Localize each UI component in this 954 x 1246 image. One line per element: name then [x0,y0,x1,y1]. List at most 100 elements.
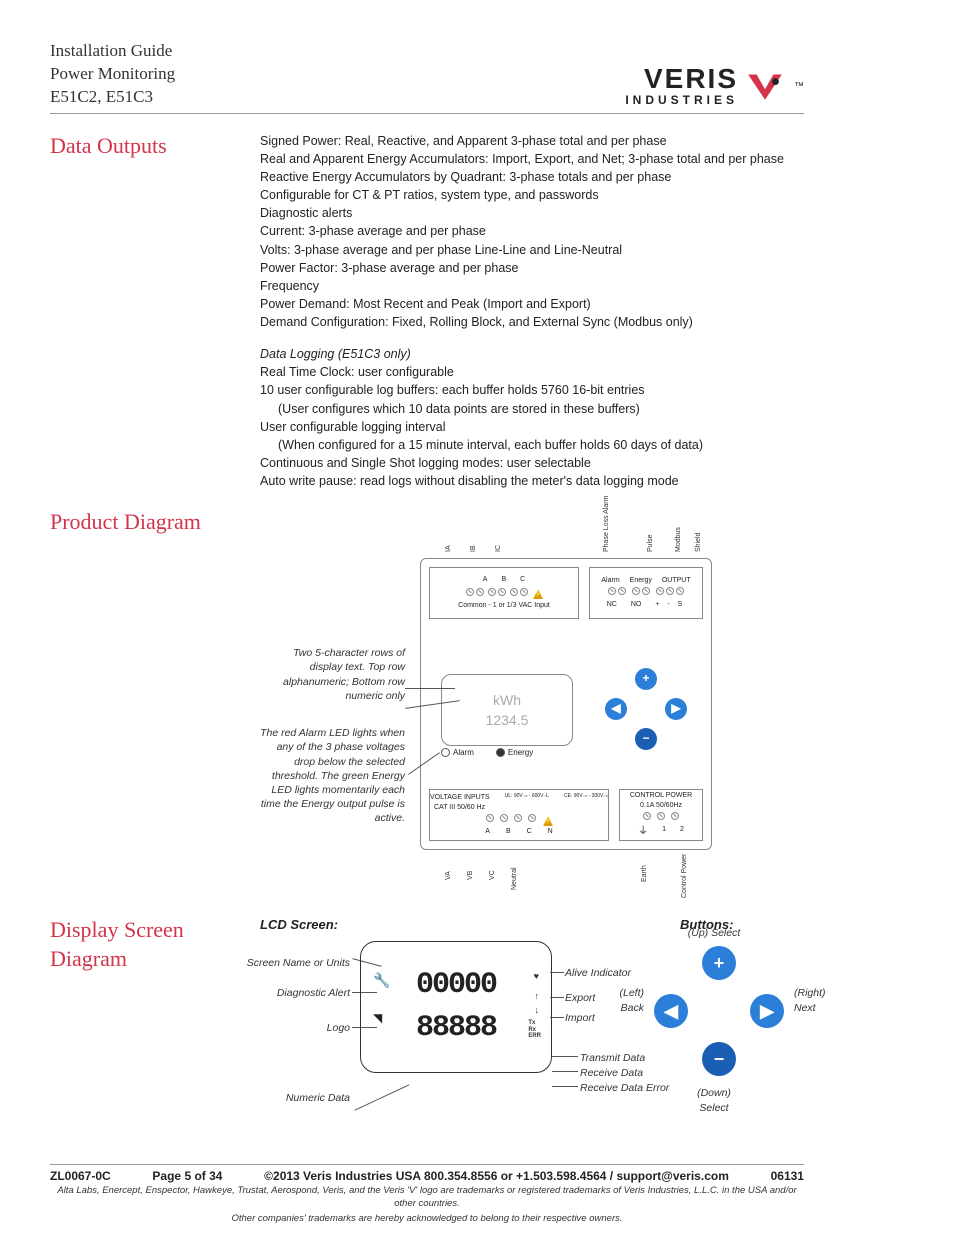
led-energy-label: Energy [508,747,533,759]
comm-indicators: Tx Rx ERR [528,1020,541,1040]
term-cat: CAT III 50/60 Hz [430,803,485,813]
ann-import: Import [565,1011,595,1026]
import-icon: ↓ [535,1004,540,1017]
terminal-voltage-inputs: VOLTAGE INPUTS UL: 90V₋ₙ - 600V₋L CE: 90… [429,789,609,841]
warning-icon [533,590,543,599]
heart-icon: ♥ [534,970,539,983]
sub-line: (User configures which 10 data points ar… [278,402,640,416]
term-sublabel: Common - 1 or 1/3 VAC Input [458,601,550,611]
term-label: B [506,827,511,837]
logo-icon: ◥ [373,1010,382,1027]
terminal-ct-inputs: A B C Common - 1 or 1/3 VAC Input [429,567,579,619]
callout-display-rows: Two 5-character rows of display text. To… [260,646,405,703]
button-dpad-big: + − ◀ ▶ [654,946,784,1076]
led-alarm-label: Alarm [453,747,474,759]
ann-logo: Logo [240,1021,350,1036]
body-line: Power Factor: 3-phase average and per ph… [260,261,519,275]
button-right[interactable]: ▶ [665,698,687,720]
page-footer: ZL0067-0C Page 5 of 34 ©2013 Veris Indus… [50,1164,804,1225]
footer-fine1: Alta Labs, Enercept, Enspector, Hawkeye,… [50,1185,804,1211]
seg-row2: 88888 [416,1007,496,1051]
footer-fine2: Other companies' trademarks are hereby a… [50,1213,804,1226]
vlabel-ib: IB [469,546,479,553]
section-display-diagram: Display Screen Diagram LCD Screen: Butto… [50,916,804,1146]
ann-btn-up: (Up) Select [684,926,744,941]
body-line: Reactive Energy Accumulators by Quadrant… [260,170,671,184]
seg-row1: 00000 [416,964,496,1008]
display-body: LCD Screen: Buttons: Screen Name or Unit… [260,916,804,1146]
footer-contact: ©2013 Veris Industries USA 800.354.8556 … [264,1169,729,1183]
lcd-heading: LCD Screen: [260,916,338,935]
callout-leds: The red Alarm LED lights when any of the… [260,726,405,825]
vlabel-ia: IA [444,546,454,553]
button-up[interactable]: + [635,668,657,690]
ann-btn-right: (Right) Next [794,986,844,1016]
button-dpad: + − ◀ ▶ [611,674,681,744]
term-label: A [485,827,490,837]
term-label: C [520,575,525,585]
header-line1: Installation Guide [50,40,175,63]
vlabel-modbus: Modbus [674,527,684,552]
ann-err: Receive Data Error [580,1081,669,1096]
button-down[interactable]: − [635,728,657,750]
vlabel-ctrlpwr: Control Power [680,854,690,898]
term-label: Alarm [601,576,619,586]
vlabel-neutral: Neutral [510,868,520,891]
ground-icon: ⏚ [638,825,648,840]
button-left[interactable]: ◀ [605,698,627,720]
ann-numeric: Numeric Data [240,1091,350,1106]
ann-diag: Diagnostic Alert [240,986,350,1001]
led-row: Alarm Energy [441,747,533,759]
lcd-detail: 🔧 ◥ 00000 88888 ♥ ↑ ↓ Tx Rx ERR [360,941,552,1073]
sub-line: User configurable logging interval [260,420,446,434]
section-data-outputs: Data Outputs Signed Power: Real, Reactiv… [50,132,804,490]
sub-line: Auto write pause: read logs without disa… [260,474,679,488]
trademark-symbol: ™ [794,81,804,92]
button-down[interactable]: − [702,1042,736,1076]
header-line3: E51C2, E51C3 [50,86,175,109]
ann-screen-name: Screen Name or Units [240,956,350,971]
term-label: Energy [630,576,652,586]
term-label: NC [607,600,617,610]
header-text: Installation Guide Power Monitoring E51C… [50,40,175,109]
body-line: Frequency [260,279,319,293]
vlabel-vb: VB [466,871,476,880]
ann-btn-down: (Down) Select [684,1086,744,1116]
body-line: Real and Apparent Energy Accumulators: I… [260,152,784,166]
logo: VERIS INDUSTRIES ™ [625,64,804,109]
lcd-row2: 1234.5 [486,710,529,730]
body-line: Demand Configuration: Fixed, Rolling Blo… [260,315,693,329]
lcd-row1: kWh [493,690,521,710]
ann-rx: Receive Data [580,1066,643,1081]
device-outline: A B C Common - 1 or 1/3 VAC Input Alarm … [420,558,712,850]
term-label: N [548,827,553,837]
header-line2: Power Monitoring [50,63,175,86]
body-line: Current: 3-phase average and per phase [260,224,486,238]
term-label: A [483,575,488,585]
section-title: Product Diagram [50,508,260,898]
button-left[interactable]: ◀ [654,994,688,1028]
logo-industries-text: INDUSTRIES [625,93,738,107]
button-right[interactable]: ▶ [750,994,784,1028]
wrench-icon: 🔧 [373,970,390,990]
body-line: Power Demand: Most Recent and Peak (Impo… [260,297,591,311]
terminal-outputs: Alarm Energy OUTPUT NC NO + - S [589,567,703,619]
logo-v-icon [744,64,786,109]
vlabel-earth: Earth [640,865,650,882]
vlabel-phaseloss: Phase Loss Alarm [602,496,612,552]
vlabel-pulse: Pulse [646,535,656,553]
term-spec: CE: 90V₋ₙ - 300V₋ₙ [564,793,608,803]
vlabel-ic: IC [494,545,504,552]
section-title: Data Outputs [50,132,260,490]
ann-btn-left: (Left) Back [594,986,644,1016]
footer-code: 06131 [771,1169,804,1183]
sub-line: Real Time Clock: user configurable [260,365,454,379]
section-product-diagram: Product Diagram IA IB IC Phase Loss Alar… [50,508,804,898]
button-up[interactable]: + [702,946,736,980]
lcd-screen: kWh 1234.5 [441,674,573,746]
sub-line: Continuous and Single Shot logging modes… [260,456,591,470]
vlabel-va: VA [444,871,454,880]
sub-line: (When configured for a 15 minute interva… [278,438,703,452]
footer-page: Page 5 of 34 [152,1169,222,1183]
sub-line: 10 user configurable log buffers: each b… [260,383,645,397]
